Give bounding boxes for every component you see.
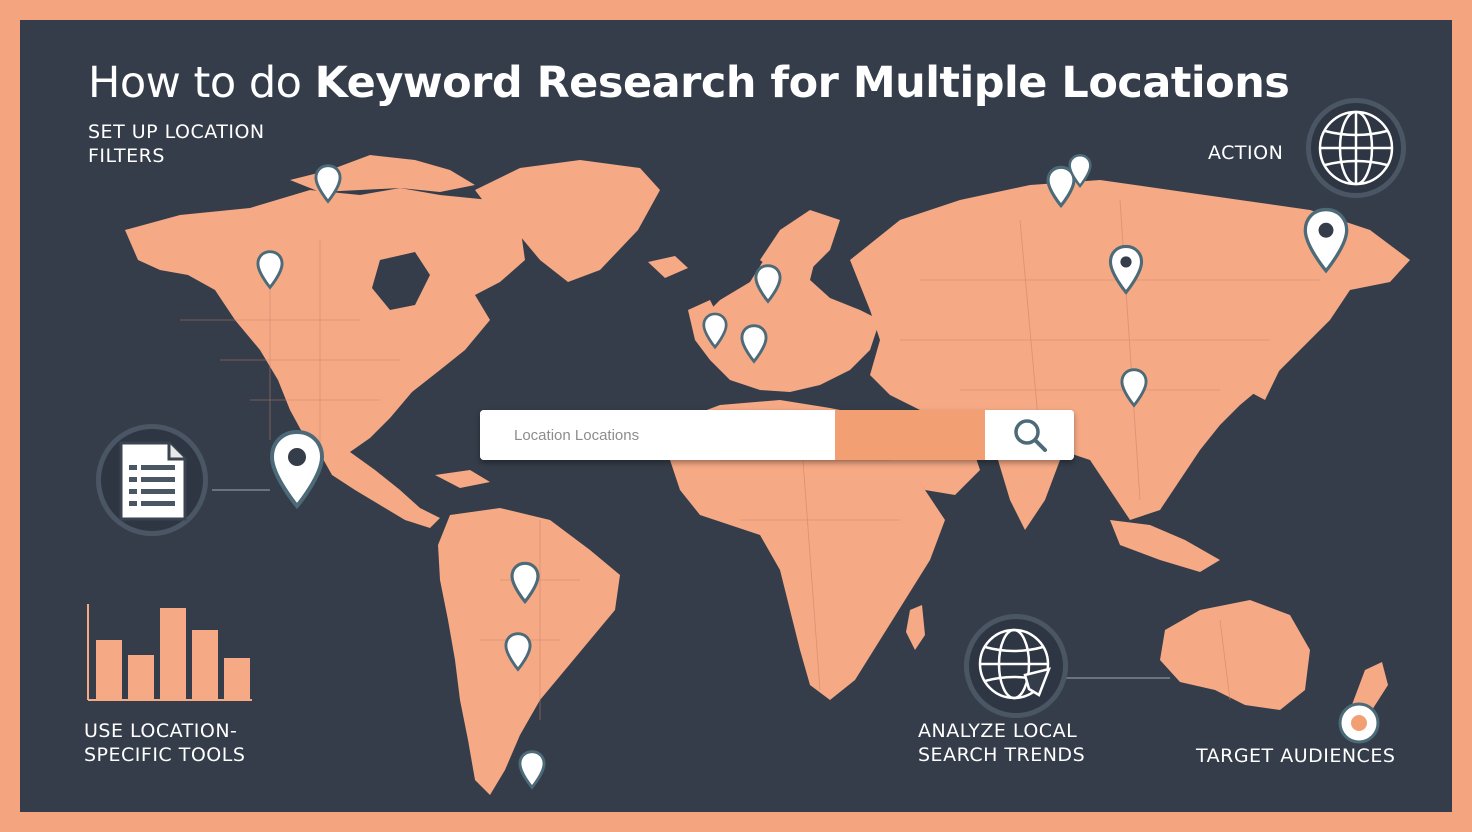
- step-label-filters-line-2: FILTERS: [88, 145, 165, 167]
- globe-icon-circle-top: [1306, 98, 1406, 198]
- iceland-landmass: [648, 256, 688, 278]
- map-pin-icon: [702, 312, 728, 350]
- step-label-filters-line-1: SET UP LOCATION: [88, 121, 265, 143]
- map-pin-icon: [269, 429, 325, 510]
- step-label-tools-line-2: SPECIFIC TOOLS: [84, 744, 246, 766]
- step-label-audiences: TARGET AUDIENCES: [1196, 745, 1396, 767]
- page-title: How to do Keyword Research for Multiple …: [88, 58, 1388, 108]
- map-pin-icon: [314, 164, 342, 204]
- step-label-tools: USE LOCATION- SPECIFIC TOOLS: [84, 719, 245, 767]
- caribbean-islands: [435, 470, 490, 488]
- map-pin-icon: [740, 324, 768, 364]
- map-pin-icon: [256, 250, 284, 290]
- title-prefix: How to do: [88, 58, 302, 108]
- map-pin-icon: [754, 264, 782, 304]
- title-main: Keyword Research for Multiple Locations: [314, 58, 1290, 108]
- outer-frame: How to do Keyword Research for Multiple …: [0, 0, 1472, 832]
- location-search-input[interactable]: [480, 410, 835, 460]
- bar-chart-icon: [87, 604, 252, 701]
- map-pin-icon: [1108, 244, 1144, 295]
- step-label-trends-line-2: SEARCH TRENDS: [918, 744, 1086, 766]
- map-pin-icon: [1068, 154, 1092, 188]
- step-label-trends: ANALYZE LOCAL SEARCH TRENDS: [918, 719, 1085, 767]
- search-button[interactable]: [985, 410, 1074, 460]
- search-accent-block: [835, 410, 985, 460]
- map-pin-icon: [1303, 207, 1349, 274]
- target-audience-icon: [1338, 702, 1380, 744]
- se-asia-islands: [1110, 520, 1220, 572]
- australia-landmass: [1160, 600, 1310, 710]
- map-pin-icon: [510, 561, 540, 605]
- globe-icon: [1318, 110, 1394, 186]
- magnifier-icon: [1014, 419, 1047, 452]
- central-america-landmass: [318, 450, 440, 528]
- step-label-tools-line-1: USE LOCATION-: [84, 720, 238, 742]
- map-pin-icon: [1120, 368, 1148, 408]
- step-label-trends-line-1: ANALYZE LOCAL: [918, 720, 1078, 742]
- map-pin-icon: [504, 632, 532, 672]
- step-label-action: ACTION: [1208, 142, 1284, 164]
- infographic-panel: How to do Keyword Research for Multiple …: [20, 20, 1452, 812]
- map-pin-icon: [518, 750, 546, 790]
- madagascar-landmass: [906, 605, 925, 650]
- north-america-landmass: [125, 188, 525, 465]
- globe-icon-circle-bottom: [964, 614, 1068, 718]
- document-icon-circle: [96, 424, 208, 536]
- globe-icon: [978, 628, 1052, 700]
- document-icon: [119, 441, 187, 521]
- location-search-bar: [480, 410, 1074, 460]
- step-label-filters: SET UP LOCATION FILTERS: [88, 120, 265, 168]
